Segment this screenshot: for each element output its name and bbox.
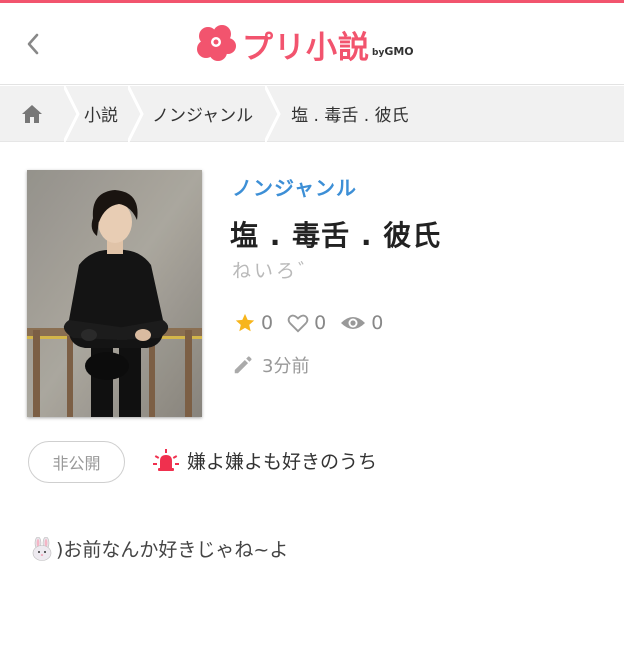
back-button[interactable] [18, 27, 48, 61]
chevron-left-icon [27, 33, 39, 55]
home-icon [22, 104, 42, 123]
eye-icon [341, 317, 366, 329]
app-header: プリ小説 byGMO [0, 3, 624, 85]
pencil-icon [234, 356, 252, 374]
breadcrumb-separator [265, 85, 283, 142]
logo-flower-icon [197, 25, 236, 61]
cover-photo [27, 170, 202, 417]
novel-updated-text: 3分前 [262, 356, 310, 377]
stat-likes: 0 [287, 312, 326, 334]
logo-by-label: by [372, 47, 385, 58]
novel-genre-link[interactable]: ノンジャンル [232, 172, 357, 201]
breadcrumb-item-label: ノンジャンル [152, 106, 254, 126]
breadcrumb-separator [128, 85, 146, 142]
breadcrumb-item-genre[interactable]: ノンジャンル [146, 86, 265, 142]
novel-description: )お前なんか好きじゃね~よ [30, 535, 288, 562]
breadcrumb-item-current: 塩 . 毒舌 . 彼氏 [283, 86, 408, 142]
stat-stars: 0 [234, 312, 273, 334]
novel-description-text: )お前なんか好きじゃね~よ [56, 539, 289, 561]
novel-stats: 0 0 0 [234, 312, 397, 334]
rabbit-face-icon [32, 536, 52, 561]
heart-icon [287, 314, 309, 333]
novel-cover-image[interactable] [27, 170, 202, 417]
breadcrumb-home[interactable] [0, 86, 64, 142]
breadcrumb-separator [64, 85, 82, 142]
series-title: 嫌よ嫌よも好きのうち [187, 451, 378, 473]
novel-updated: 3分前 [232, 352, 309, 378]
novel-author[interactable]: ねいろ゛ [232, 256, 320, 283]
breadcrumb: 小説 ノンジャンル 塩 . 毒舌 . 彼氏 [0, 85, 624, 142]
breadcrumb-item-label: 小説 [84, 106, 118, 126]
breadcrumb-item-label: 塩 . 毒舌 . 彼氏 [291, 106, 409, 126]
series-link[interactable]: 嫌よ嫌よも好きのうち [153, 447, 377, 474]
star-icon [235, 313, 255, 332]
breadcrumb-item-novels[interactable]: 小説 [82, 86, 128, 142]
novel-title: 塩 . 毒舌 . 彼氏 [230, 219, 442, 252]
status-badge: 非公開 [28, 441, 125, 483]
siren-icon [153, 448, 179, 471]
stat-views-value: 0 [371, 312, 384, 334]
logo-company: GMO [384, 44, 414, 58]
site-logo[interactable]: プリ小説 byGMO [196, 23, 414, 66]
stat-likes-value: 0 [314, 312, 327, 334]
stat-views: 0 [340, 312, 383, 334]
logo-text: プリ小説 [242, 29, 370, 66]
logo-by: byGMO [372, 45, 414, 58]
stat-stars-value: 0 [261, 312, 274, 334]
